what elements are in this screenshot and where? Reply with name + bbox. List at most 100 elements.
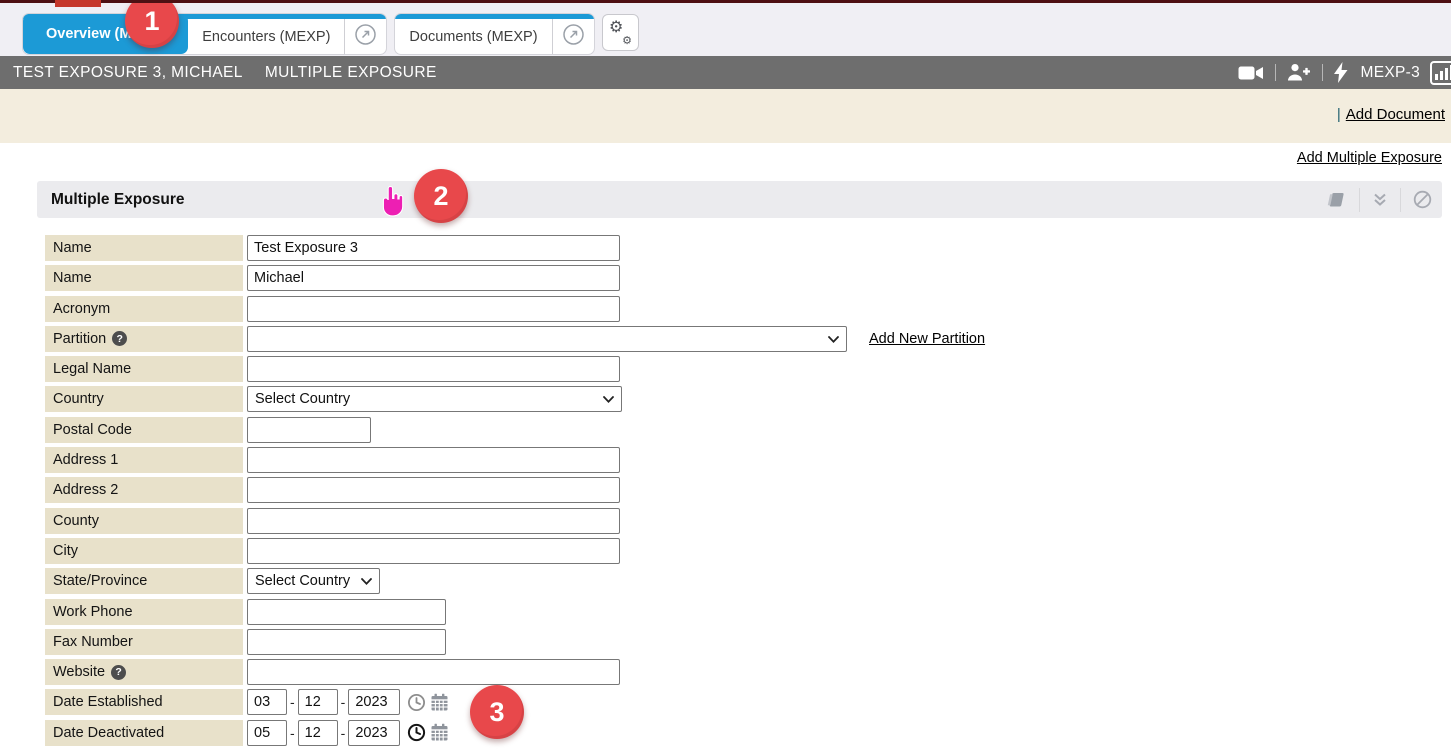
date-established-day-input[interactable]	[298, 689, 338, 715]
form-row: Address 2	[45, 477, 1442, 503]
video-camera-icon[interactable]	[1238, 64, 1264, 82]
address1-input[interactable]	[247, 447, 620, 473]
divider	[1275, 64, 1276, 81]
legal-name-input[interactable]	[247, 356, 620, 382]
record-name: TEST EXPOSURE 3, MICHAEL	[13, 64, 243, 82]
popout-icon	[354, 23, 377, 51]
add-document-link[interactable]: Add Document	[1346, 106, 1445, 123]
form-row: Website ?	[45, 659, 1442, 685]
record-type: MULTIPLE EXPOSURE	[265, 64, 437, 82]
city-input[interactable]	[247, 538, 620, 564]
date-separator: -	[290, 725, 295, 741]
chevron-down-icon	[603, 391, 614, 407]
form-row: Name	[45, 265, 1442, 291]
documents-popout-button[interactable]	[552, 19, 594, 54]
tab-bar: Overview (MEXP) Encounters (MEXP) Docume…	[0, 0, 1451, 56]
date-established-month-input[interactable]	[247, 689, 287, 715]
date-established-year-input[interactable]	[348, 689, 400, 715]
acronym-input[interactable]	[247, 296, 620, 322]
help-icon[interactable]: ?	[112, 331, 127, 346]
action-band: | Add Document	[0, 89, 1451, 143]
panel-title: Multiple Exposure	[51, 191, 1325, 209]
add-multiple-exposure-row: Add Multiple Exposure	[0, 143, 1451, 172]
lightning-icon[interactable]	[1334, 62, 1348, 83]
country-select[interactable]: Select Country	[247, 386, 622, 412]
tab-documents[interactable]: Documents (MEXP)	[395, 19, 551, 54]
name-input-2[interactable]	[247, 265, 620, 291]
divider	[1400, 188, 1401, 212]
multiple-exposure-form: Name Name Acronym Partition ? Add New Pa…	[37, 218, 1442, 746]
record-title-bar: TEST EXPOSURE 3, MICHAEL MULTIPLE EXPOSU…	[0, 56, 1451, 89]
divider	[1359, 188, 1360, 212]
link-separator: |	[1337, 106, 1341, 123]
state-province-select[interactable]: Select Country	[247, 568, 380, 594]
form-row: Legal Name	[45, 356, 1442, 382]
field-label-address1: Address 1	[45, 447, 243, 473]
gears-icon: ⚙⚙	[609, 22, 631, 44]
clock-icon[interactable]	[407, 693, 426, 712]
browser-top-red-marker	[55, 0, 101, 7]
field-label-country: Country	[45, 386, 243, 412]
browser-top-accent	[0, 0, 1451, 3]
field-label-date-deactivated: Date Deactivated	[45, 720, 243, 746]
title-bar-actions: MEXP-3	[1238, 56, 1451, 89]
partition-select[interactable]	[247, 326, 847, 352]
date-deactivated-day-input[interactable]	[298, 720, 338, 746]
form-row: County	[45, 508, 1442, 534]
panel-header: Multiple Exposure	[37, 181, 1442, 218]
annotation-step-2: 2	[414, 169, 468, 223]
form-row: Postal Code	[45, 417, 1442, 443]
calendar-icon[interactable]	[430, 723, 449, 742]
form-row: Partition ? Add New Partition	[45, 326, 1442, 352]
county-input[interactable]	[247, 508, 620, 534]
book-icon[interactable]	[1325, 190, 1347, 210]
form-row: Date Deactivated - -	[45, 720, 1442, 746]
address2-input[interactable]	[247, 477, 620, 503]
date-separator: -	[341, 694, 346, 710]
field-label-county: County	[45, 508, 243, 534]
field-label-name2: Name	[45, 265, 243, 291]
form-row: Date Established - -	[45, 689, 1442, 715]
work-phone-input[interactable]	[247, 599, 446, 625]
chevron-down-icon	[361, 573, 372, 589]
field-label-acronym: Acronym	[45, 296, 243, 322]
record-id: MEXP-3	[1360, 64, 1420, 82]
postal-code-input[interactable]	[247, 417, 371, 443]
field-label-postal-code: Postal Code	[45, 417, 243, 443]
name-input-1[interactable]	[247, 235, 620, 261]
add-multiple-exposure-link[interactable]: Add Multiple Exposure	[1297, 150, 1442, 166]
field-label-website: Website ?	[45, 659, 243, 685]
date-deactivated-year-input[interactable]	[348, 720, 400, 746]
annotation-step-3: 3	[470, 685, 524, 739]
form-row: State/Province Select Country	[45, 568, 1442, 594]
form-row: Country Select Country	[45, 386, 1442, 412]
encounters-popout-button[interactable]	[344, 19, 386, 54]
field-label-legal-name: Legal Name	[45, 356, 243, 382]
cancel-circle-icon[interactable]	[1413, 190, 1432, 209]
form-row: Address 1	[45, 447, 1442, 473]
popout-icon	[562, 23, 585, 51]
collapse-chevrons-icon[interactable]	[1372, 193, 1388, 207]
help-icon[interactable]: ?	[111, 665, 126, 680]
website-input[interactable]	[247, 659, 620, 685]
calendar-icon[interactable]	[430, 693, 449, 712]
date-separator: -	[341, 725, 346, 741]
field-label-state-province: State/Province	[45, 568, 243, 594]
field-label-partition: Partition ?	[45, 326, 243, 352]
tab-encounters[interactable]: Encounters (MEXP)	[188, 19, 344, 54]
form-row: City	[45, 538, 1442, 564]
add-new-partition-link[interactable]: Add New Partition	[869, 331, 985, 347]
hand-cursor-icon	[380, 186, 404, 223]
clock-icon[interactable]	[407, 723, 426, 742]
form-row: Work Phone	[45, 599, 1442, 625]
tab-settings-button[interactable]: ⚙⚙	[602, 14, 639, 51]
tab-group-documents: Documents (MEXP)	[394, 13, 594, 55]
person-add-icon[interactable]	[1287, 63, 1311, 82]
date-deactivated-month-input[interactable]	[247, 720, 287, 746]
field-label-date-established: Date Established	[45, 689, 243, 715]
field-label-address2: Address 2	[45, 477, 243, 503]
field-label-name: Name	[45, 235, 243, 261]
form-row: Fax Number	[45, 629, 1442, 655]
bar-chart-icon[interactable]	[1430, 61, 1451, 85]
fax-number-input[interactable]	[247, 629, 446, 655]
